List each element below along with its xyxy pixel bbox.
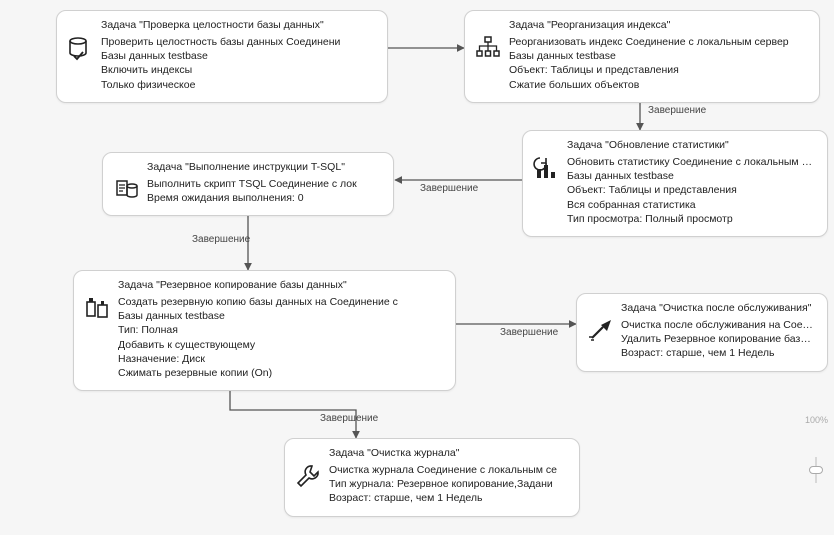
task-lines: Реорганизовать индекс Соединение с локал… bbox=[509, 35, 809, 92]
task-backup-db[interactable]: Задача "Резервное копирование базы данны… bbox=[73, 270, 456, 391]
task-lines: Проверить целостность базы данных Соедин… bbox=[101, 35, 377, 92]
broom-icon bbox=[587, 318, 613, 344]
task-lines: Обновить статистику Соединение с локальн… bbox=[567, 155, 817, 226]
task-lines: Очистка журнала Соединение с локальным с… bbox=[329, 463, 569, 506]
task-title: Задача "Резервное копирование базы данны… bbox=[84, 279, 445, 291]
edge-label: Завершение bbox=[320, 413, 378, 424]
task-title: Задача "Выполнение инструкции T-SQL" bbox=[113, 161, 383, 173]
diagram-canvas[interactable]: Задача "Проверка целостности базы данных… bbox=[0, 0, 834, 535]
task-title: Задача "Очистка журнала" bbox=[295, 447, 569, 459]
task-title: Задача "Проверка целостности базы данных… bbox=[67, 19, 377, 31]
stats-refresh-icon bbox=[533, 155, 559, 181]
task-lines: Выполнить скрипт TSQL Соединение с лок В… bbox=[147, 177, 383, 205]
task-title: Задача "Очистка после обслуживания" bbox=[587, 302, 817, 314]
task-title: Задача "Обновление статистики" bbox=[533, 139, 817, 151]
task-history-cleanup[interactable]: Задача "Очистка журнала" Очистка журнала… bbox=[284, 438, 580, 517]
task-lines: Создать резервную копию базы данных на С… bbox=[118, 295, 445, 380]
wrench-icon bbox=[295, 463, 321, 489]
task-title: Задача "Реорганизация индекса" bbox=[475, 19, 809, 31]
task-update-statistics[interactable]: Задача "Обновление статистики" Обновить … bbox=[522, 130, 828, 237]
task-check-db-integrity[interactable]: Задача "Проверка целостности базы данных… bbox=[56, 10, 388, 103]
backup-icon bbox=[84, 295, 110, 321]
task-execute-tsql[interactable]: Задача "Выполнение инструкции T-SQL" Вып… bbox=[102, 152, 394, 216]
tree-index-icon bbox=[475, 35, 501, 61]
zoom-slider[interactable] bbox=[806, 445, 826, 485]
edge-label: Завершение bbox=[192, 234, 250, 245]
task-lines: Очистка после обслуживания на Соединение… bbox=[621, 318, 817, 361]
edge-label: Завершение bbox=[420, 183, 478, 194]
task-maintenance-cleanup[interactable]: Задача "Очистка после обслуживания" Очис… bbox=[576, 293, 828, 372]
edge-label: Завершение bbox=[648, 105, 706, 116]
database-check-icon bbox=[67, 35, 93, 61]
task-reorganize-index[interactable]: Задача "Реорганизация индекса" Реорганиз… bbox=[464, 10, 820, 103]
zoom-percent: 100% bbox=[805, 415, 828, 425]
script-db-icon bbox=[113, 177, 139, 203]
edge-label: Завершение bbox=[500, 327, 558, 338]
